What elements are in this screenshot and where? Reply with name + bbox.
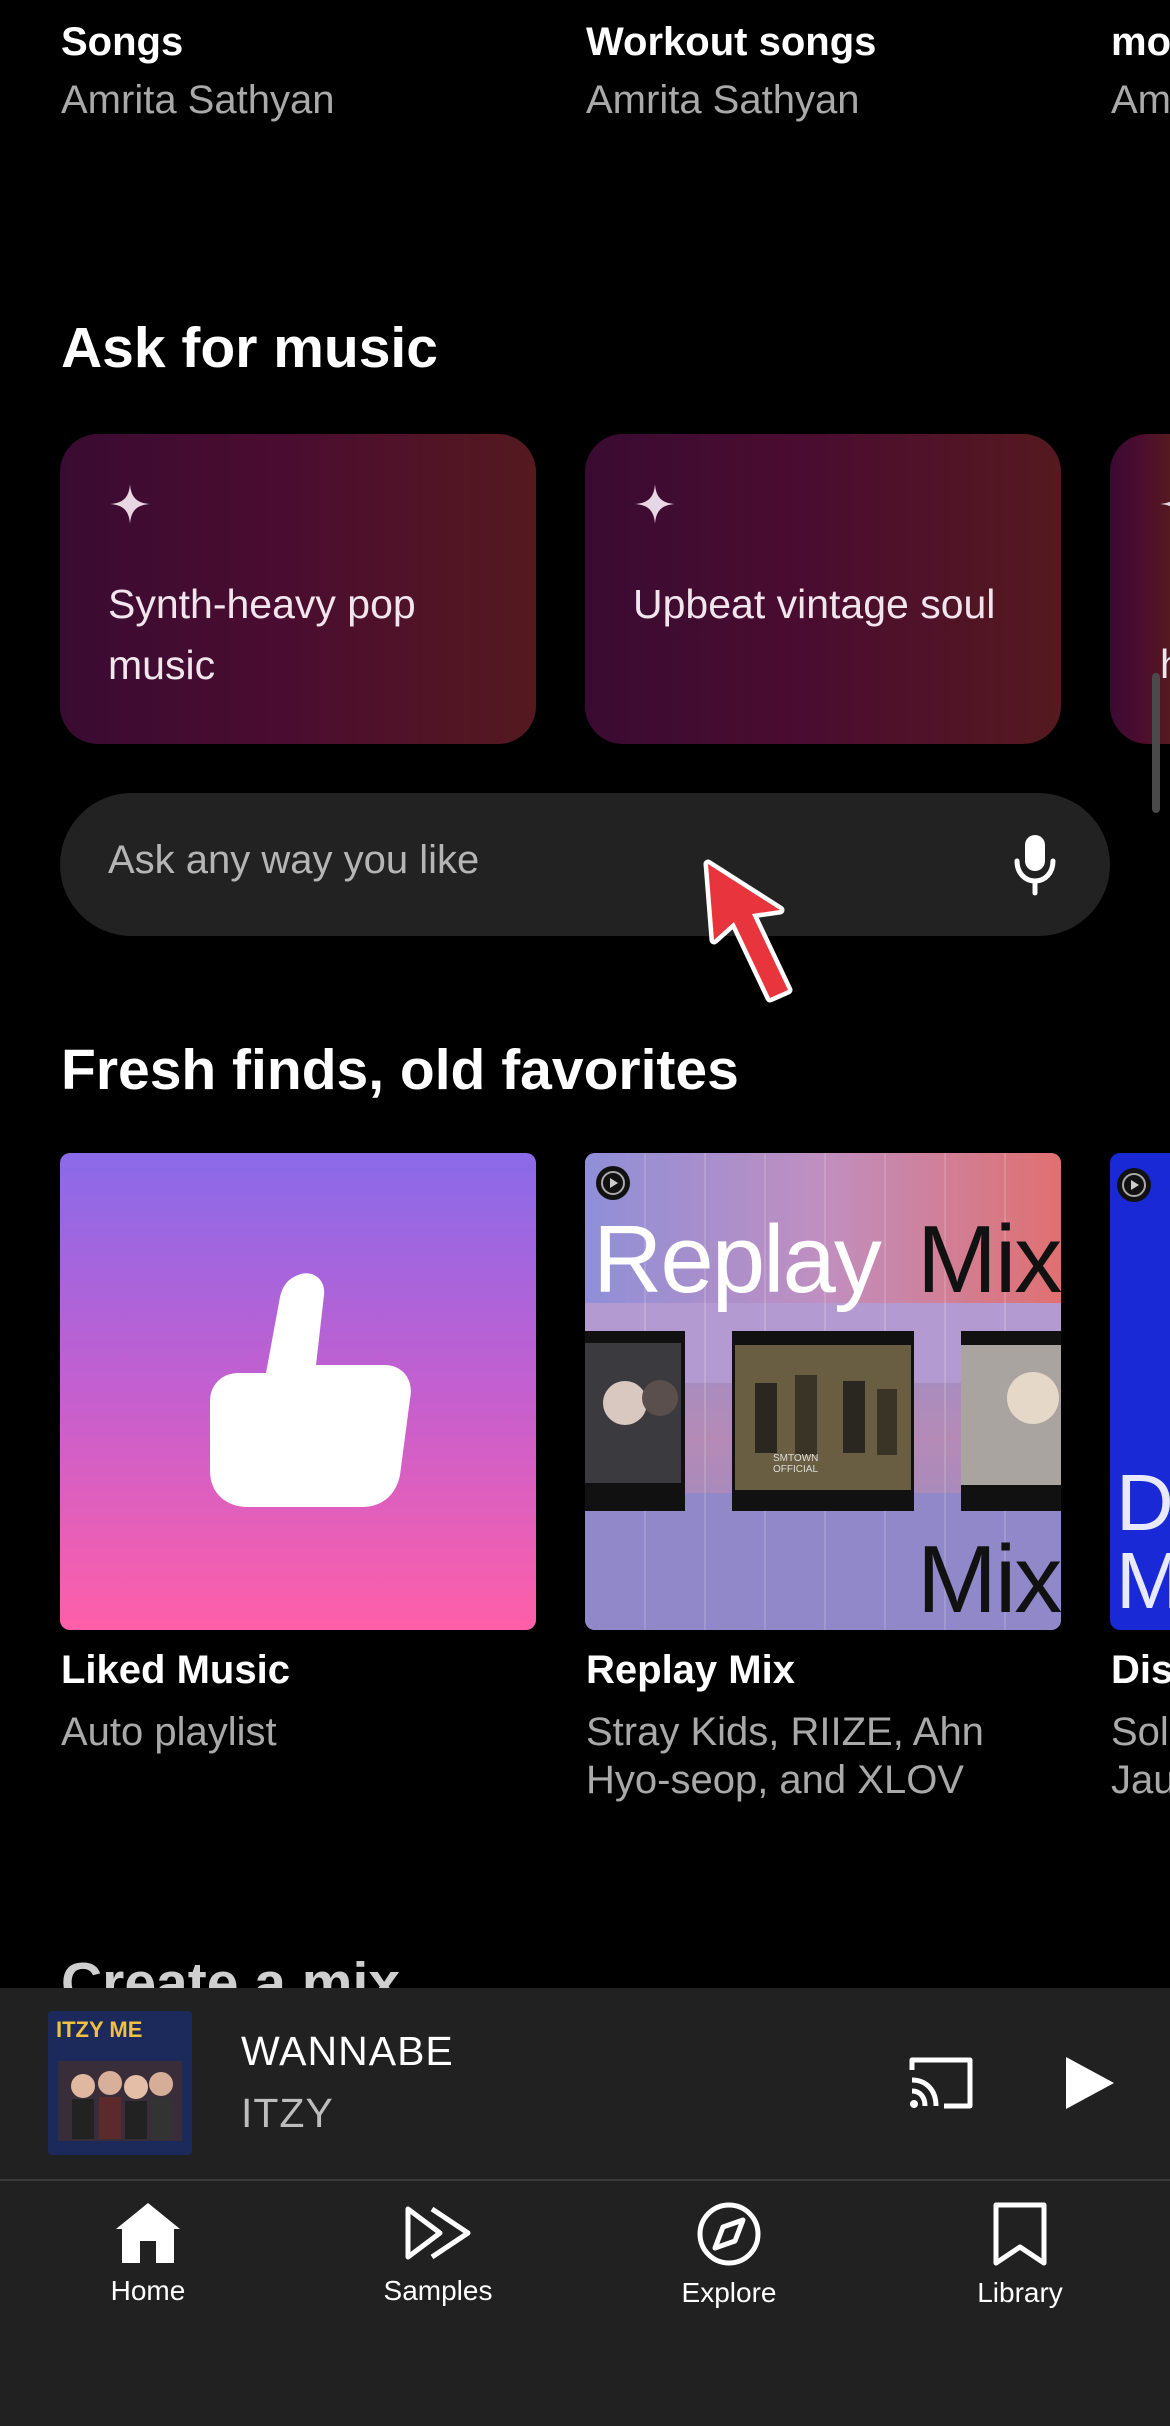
cast-icon[interactable] <box>906 2054 976 2112</box>
nav-label: Samples <box>383 2275 493 2306</box>
section-title-fresh: Fresh finds, old favorites <box>61 1038 739 1102</box>
playlist-card[interactable]: Workout songs Amrita Sathyan <box>586 0 1066 122</box>
section-title-ask: Ask for music <box>61 316 438 380</box>
ask-suggestion-label: Synth-heavy pop music <box>108 581 416 688</box>
replay-art-text: Replay <box>593 1206 882 1313</box>
discover-art-text: D <box>1116 1458 1170 1547</box>
playlist-title: mo <box>1111 20 1170 64</box>
playlist-card[interactable]: Songs Amrita Sathyan <box>61 0 541 122</box>
play-badge-icon <box>1117 1168 1151 1202</box>
playlist-subtitle: Amrita Sathyan <box>61 78 335 122</box>
library-icon <box>993 2202 1047 2266</box>
replay-mix-tile[interactable]: Replay Mix Mix SMTOWN OFFICIAL <box>585 1153 1061 1630</box>
ask-suggestion-card[interactable]: Synth-heavy pop music <box>60 434 536 744</box>
nav-label: Library <box>977 2277 1063 2308</box>
playlist-subtitle: Am <box>1111 78 1170 122</box>
samples-icon <box>405 2206 471 2260</box>
search-placeholder: Ask any way you like <box>108 838 480 882</box>
liked-music-tile[interactable] <box>60 1153 536 1630</box>
card-subtitle: Sol Jau <box>1111 1710 1170 1802</box>
play-icon[interactable] <box>1062 2054 1116 2112</box>
sparkle-icon <box>1160 501 1170 507</box>
playlist-title: Workout songs <box>586 20 877 64</box>
nav-item-samples[interactable]: Samples <box>338 2201 538 2351</box>
nav-label: Explore <box>681 2277 777 2308</box>
now-playing-title: WANNABE <box>241 2028 454 2074</box>
now-playing-artist: ITZY <box>241 2090 334 2136</box>
sparkle-icon <box>635 484 675 524</box>
bottom-nav: Home Samples Explore Library <box>0 2181 1170 2426</box>
playlist-subtitle: Amrita Sathyan <box>586 78 860 122</box>
smtown-badge: SMTOWN OFFICIAL <box>773 1453 819 1475</box>
card-title[interactable]: Liked Music <box>61 1648 290 1693</box>
discover-art-text-2: M <box>1116 1536 1170 1625</box>
mix-art-text-bottom: Mix <box>917 1526 1061 1630</box>
nav-item-explore[interactable]: Explore <box>629 2201 829 2351</box>
card-subtitle: Stray Kids, RIIZE, Ahn Hyo-seop, and XLO… <box>586 1710 984 1802</box>
ask-suggestion-card[interactable]: Upbeat vintage soul <box>585 434 1061 744</box>
home-icon <box>116 2203 180 2263</box>
nav-label: Home <box>110 2275 186 2306</box>
sparkle-icon <box>110 484 150 524</box>
annotation-arrow-icon <box>703 859 793 1003</box>
ask-suggestion-label: h <box>1160 634 1170 695</box>
explore-icon <box>697 2202 761 2266</box>
mic-icon[interactable] <box>1012 833 1058 897</box>
ask-suggestion-label: Upbeat vintage soul <box>633 581 996 627</box>
mix-art-text: Mix <box>917 1206 1061 1313</box>
card-title[interactable]: Replay Mix <box>586 1648 795 1693</box>
playlist-title: Songs <box>61 20 184 64</box>
ask-search-input[interactable]: Ask any way you like <box>60 793 1110 936</box>
playlist-card[interactable]: mo Am <box>1111 0 1170 130</box>
nav-item-home[interactable]: Home <box>48 2201 248 2351</box>
card-title[interactable]: Dis <box>1111 1648 1170 1693</box>
nav-item-library[interactable]: Library <box>920 2201 1120 2351</box>
ask-suggestion-card[interactable]: h <box>1110 434 1170 744</box>
album-art: ITZY ME <box>48 2011 192 2155</box>
discover-mix-tile[interactable]: D M <box>1110 1153 1170 1630</box>
card-subtitle: Auto playlist <box>61 1710 277 1754</box>
scrollbar[interactable] <box>1152 673 1160 813</box>
thumbs-up-icon <box>210 1273 411 1507</box>
mini-player[interactable]: ITZY ME WANNABE ITZY <box>0 1988 1170 2179</box>
album-art-text: ITZY ME <box>56 2017 143 2042</box>
